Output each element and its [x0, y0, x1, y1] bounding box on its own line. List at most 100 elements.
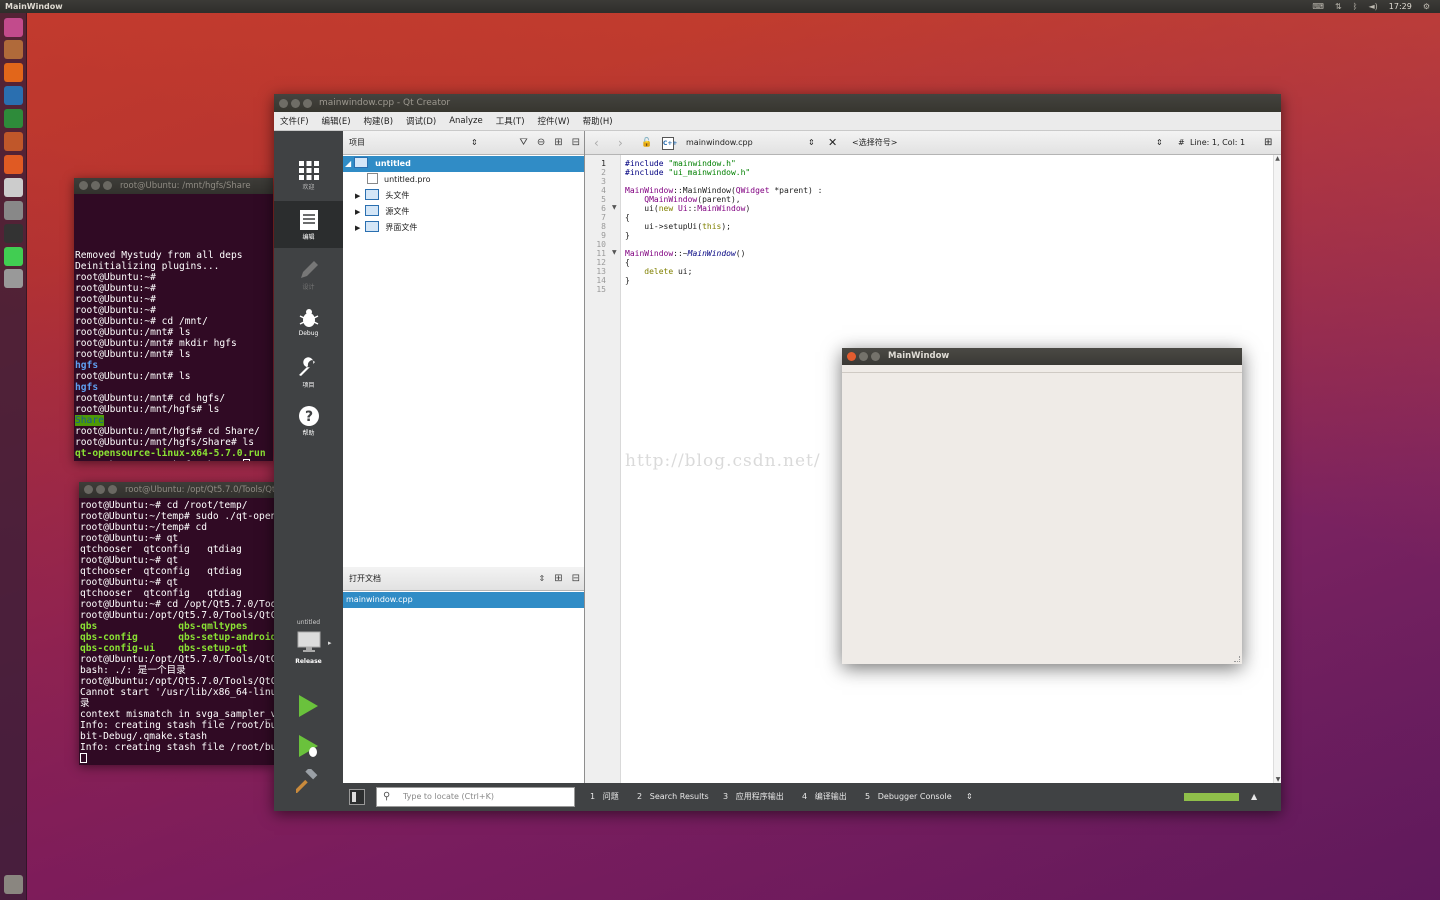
- split-icon[interactable]: ⊞: [554, 131, 562, 155]
- tree-item-headers[interactable]: ▶ 头文件: [343, 188, 584, 204]
- cpp-file-icon: C++: [662, 137, 677, 150]
- mode-edit[interactable]: 编辑: [274, 201, 343, 248]
- menu-tools[interactable]: 工具(T): [496, 115, 525, 127]
- keyboard-indicator-icon[interactable]: ⌨: [1312, 0, 1324, 13]
- tree-item-untitled[interactable]: ◢ untitled: [343, 156, 584, 172]
- mode-welcome[interactable]: 欢迎: [274, 151, 343, 198]
- view-dropdown-icon[interactable]: ⇕: [539, 567, 546, 591]
- volume-indicator-icon[interactable]: ◄): [1368, 0, 1377, 13]
- calc-icon[interactable]: [4, 109, 23, 128]
- power-settings-icon[interactable]: ⚙: [1423, 0, 1430, 13]
- editor-scrollbar[interactable]: ▲ ▼: [1273, 155, 1281, 783]
- unknown-app-icon[interactable]: [4, 269, 23, 288]
- mode-help[interactable]: ? 帮助: [274, 397, 343, 444]
- terminal-output[interactable]: root@Ubuntu:~# cd /root/temp/ root@Ubunt…: [79, 498, 274, 765]
- view-dropdown-icon[interactable]: ⇕: [471, 131, 478, 155]
- tree-item-forms[interactable]: ▶ 界面文件: [343, 220, 584, 236]
- close-pane-icon[interactable]: ⊟: [572, 567, 580, 591]
- terminal-output[interactable]: Removed Mystudy from all deps Deinitiali…: [74, 194, 273, 461]
- editor-file-name[interactable]: mainwindow.cpp: [686, 131, 753, 155]
- menu-window[interactable]: 控件(W): [538, 115, 570, 127]
- qt-creator-icon[interactable]: [4, 247, 23, 266]
- debug-run-button[interactable]: [296, 734, 320, 758]
- minimize-icon[interactable]: [96, 485, 105, 494]
- clock[interactable]: 17:29: [1389, 0, 1412, 13]
- close-icon[interactable]: [84, 485, 93, 494]
- fold-marker-icon[interactable]: ▼: [612, 249, 617, 256]
- output-tab-application-output[interactable]: 3 应用程序输出: [723, 783, 784, 811]
- system-settings-icon[interactable]: [4, 201, 23, 220]
- main-window-titlebar[interactable]: MainWindow: [842, 348, 1242, 365]
- bluetooth-indicator-icon[interactable]: ᛒ: [1353, 0, 1358, 13]
- split-icon[interactable]: ⊞: [554, 567, 562, 591]
- output-tab-search-results[interactable]: 2 Search Results: [637, 783, 709, 811]
- nav-forward-icon[interactable]: ›: [618, 131, 623, 155]
- firefox-icon[interactable]: [4, 63, 23, 82]
- dash-home-icon[interactable]: [4, 18, 23, 37]
- close-editor-icon[interactable]: ✕: [828, 131, 837, 155]
- terminal-window-qtcreator[interactable]: root@Ubuntu: /opt/Qt5.7.0/Tools/QtCreato…: [79, 482, 274, 765]
- cursor-position[interactable]: Line: 1, Col: 1: [1190, 131, 1245, 155]
- kit-selector[interactable]: untitled ▸ Release: [274, 611, 343, 673]
- minimize-icon[interactable]: [859, 352, 868, 361]
- split-editor-icon[interactable]: ⊞: [1264, 131, 1272, 155]
- mode-debug[interactable]: Debug: [274, 299, 343, 346]
- locator-input[interactable]: ⚲ Type to locate (Ctrl+K): [376, 787, 575, 807]
- maximize-icon[interactable]: [103, 181, 112, 190]
- filter-icon[interactable]: ⛛: [519, 131, 527, 155]
- scroll-up-icon[interactable]: ▲: [1274, 155, 1281, 162]
- main-window-app[interactable]: MainWindow: [842, 348, 1242, 664]
- close-icon[interactable]: [79, 181, 88, 190]
- impress-icon[interactable]: [4, 132, 23, 151]
- code-content[interactable]: #include "mainwindow.h" #include "ui_mai…: [625, 159, 823, 285]
- link-icon[interactable]: ⊖: [537, 131, 545, 155]
- files-icon[interactable]: [4, 40, 23, 59]
- size-grip-icon[interactable]: [1234, 656, 1240, 662]
- maximize-icon[interactable]: [108, 485, 117, 494]
- open-documents-label[interactable]: 打开文档: [349, 574, 381, 583]
- menu-analyze[interactable]: Analyze: [449, 116, 483, 126]
- qtc-titlebar[interactable]: mainwindow.cpp - Qt Creator: [274, 94, 1281, 112]
- symbol-selector[interactable]: <选择符号>: [852, 131, 897, 155]
- close-icon[interactable]: [847, 352, 856, 361]
- minimize-icon[interactable]: [91, 181, 100, 190]
- menu-build[interactable]: 构建(B): [364, 115, 393, 127]
- software-center-icon[interactable]: [4, 155, 23, 174]
- scroll-down-icon[interactable]: ▼: [1274, 776, 1282, 783]
- menu-debug[interactable]: 调试(D): [406, 115, 436, 127]
- symbol-dropdown-icon[interactable]: ⇕: [1156, 131, 1163, 155]
- trash-icon[interactable]: [4, 875, 23, 894]
- terminal-titlebar[interactable]: root@Ubuntu: /opt/Qt5.7.0/Tools/QtCreato…: [79, 482, 274, 498]
- build-button[interactable]: [293, 767, 320, 794]
- mode-projects[interactable]: 项目: [274, 349, 343, 396]
- tree-item-pro-file[interactable]: untitled.pro: [343, 172, 584, 188]
- terminal-icon[interactable]: [4, 224, 23, 243]
- toggle-sidebar-button[interactable]: [349, 789, 365, 805]
- tree-item-sources[interactable]: ▶ 源文件: [343, 204, 584, 220]
- maximize-icon[interactable]: [303, 99, 312, 108]
- minimize-icon[interactable]: [291, 99, 300, 108]
- maximize-icon[interactable]: [871, 352, 880, 361]
- network-indicator-icon[interactable]: ⇅: [1335, 0, 1342, 13]
- close-icon[interactable]: [279, 99, 288, 108]
- menu-file[interactable]: 文件(F): [280, 115, 309, 127]
- fold-marker-icon[interactable]: ▼: [612, 204, 617, 211]
- terminal-titlebar[interactable]: root@Ubuntu: /mnt/hgfs/Share: [74, 178, 273, 194]
- open-document-item[interactable]: mainwindow.cpp: [343, 592, 584, 608]
- writer-icon[interactable]: [4, 86, 23, 105]
- terminal-window-share[interactable]: root@Ubuntu: /mnt/hgfs/Share Removed Mys…: [74, 178, 273, 461]
- output-tab-debugger-console[interactable]: 5 Debugger Console: [865, 783, 952, 811]
- menu-edit[interactable]: 编辑(E): [322, 115, 351, 127]
- project-view-selector[interactable]: 项目: [349, 138, 365, 147]
- close-pane-icon[interactable]: ⊟: [572, 131, 580, 155]
- output-tab-compile-output[interactable]: 4 编译输出: [802, 783, 847, 811]
- file-dropdown-icon[interactable]: ⇕: [808, 131, 815, 155]
- mode-design[interactable]: 设计: [274, 251, 343, 298]
- expand-output-icon[interactable]: ▲: [1251, 783, 1257, 811]
- menu-help[interactable]: 帮助(H): [583, 115, 613, 127]
- nav-back-icon[interactable]: ‹: [594, 131, 599, 155]
- amazon-icon[interactable]: [4, 178, 23, 197]
- output-tab-issues[interactable]: 1 问题: [590, 783, 619, 811]
- run-button[interactable]: [296, 694, 320, 718]
- more-tabs-icon[interactable]: ⇕: [966, 783, 973, 811]
